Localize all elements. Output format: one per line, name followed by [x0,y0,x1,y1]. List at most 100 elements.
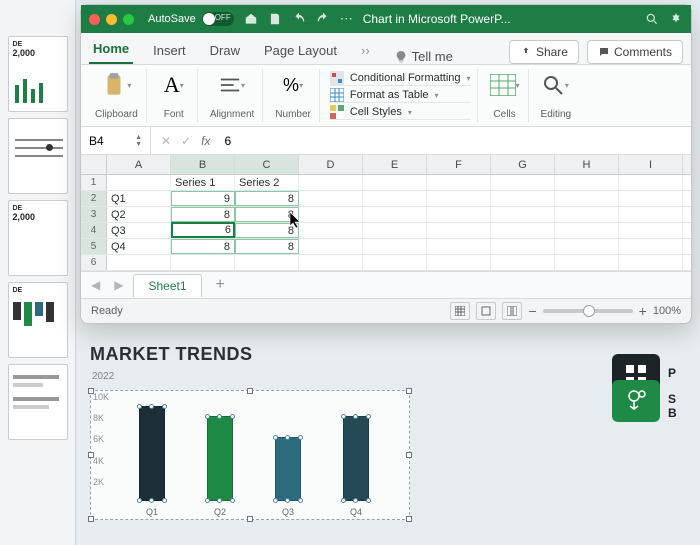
sheet-next[interactable]: ▶ [110,278,127,292]
col-header[interactable]: I [619,155,683,174]
row-header[interactable]: 3 [81,207,107,222]
cell[interactable]: 8 [235,191,299,206]
cell[interactable]: 8 [235,207,299,222]
slide-thumb[interactable]: DE 2,000 [8,36,68,112]
redo-icon[interactable] [316,12,330,26]
cell[interactable]: Q4 [107,239,171,254]
group-editing[interactable]: ▾ Editing [533,69,580,122]
chart-bar[interactable] [207,416,233,501]
row-header[interactable]: 6 [81,255,107,270]
cell[interactable]: 8 [171,239,235,254]
slide-thumb[interactable] [8,364,68,440]
font-icon: A▾ [159,71,189,99]
zoom-out[interactable]: − [528,303,536,319]
row-header[interactable]: 4 [81,223,107,238]
row-header[interactable]: 2 [81,191,107,206]
col-header[interactable]: A [107,155,171,174]
group-clipboard[interactable]: ▾ Clipboard [87,69,147,122]
cell[interactable]: 8 [171,207,235,222]
comments-button[interactable]: Comments [587,40,683,64]
name-box[interactable]: B4 ▲▼ [81,127,151,154]
cell[interactable]: Q1 [107,191,171,206]
tab-insert[interactable]: Insert [149,37,190,64]
comment-icon [598,46,610,58]
tab-page-layout[interactable]: Page Layout [260,37,341,64]
chart-category-label: Q1 [130,507,174,517]
sheet-tab[interactable]: Sheet1 [133,274,201,297]
col-header[interactable]: C [235,155,299,174]
row-header[interactable]: 5 [81,239,107,254]
maximize-button[interactable] [123,14,134,25]
tab-home[interactable]: Home [89,35,133,64]
cancel-icon[interactable]: ✕ [161,134,171,148]
conditional-formatting[interactable]: Conditional Formatting▾ [330,71,471,86]
cell[interactable]: Q2 [107,207,171,222]
view-page-break[interactable] [502,302,522,320]
col-header[interactable]: E [363,155,427,174]
autosave-toggle[interactable]: AutoSave OFF [148,12,234,26]
close-button[interactable] [89,14,100,25]
chart-title: MARKET TRENDS [90,344,650,365]
status-bar: Ready − + 100% [81,299,691,323]
formula-input[interactable]: 6 [218,127,691,154]
group-font[interactable]: A▾ Font [151,69,198,122]
chart-bar[interactable] [275,437,301,501]
minimize-button[interactable] [106,14,117,25]
view-page-layout[interactable] [476,302,496,320]
search-icon[interactable] [645,12,659,26]
settings-icon[interactable] [669,12,683,26]
chart-bar[interactable] [139,406,165,501]
save-icon[interactable] [268,12,282,26]
group-cells[interactable]: ▾ Cells [482,69,529,122]
zoom-slider[interactable] [543,309,633,313]
undo-icon[interactable] [292,12,306,26]
col-header[interactable]: H [555,155,619,174]
cell[interactable] [107,175,171,190]
cell[interactable]: Series 1 [171,175,235,190]
window-title: Chart in Microsoft PowerP... [363,12,645,26]
side-cards: P S B [612,354,692,416]
slide-thumb[interactable] [8,118,68,194]
tab-overflow[interactable]: ›› [357,37,374,64]
bulb-icon [394,50,408,64]
cell[interactable]: 8 [235,223,299,238]
col-header[interactable]: F [427,155,491,174]
row-header[interactable]: 1 [81,175,107,190]
cell-active[interactable]: 6 [171,222,235,238]
cell[interactable]: 8 [235,239,299,254]
share-icon [520,46,532,58]
cell[interactable]: Q3 [107,223,171,238]
zoom-level[interactable]: 100% [653,305,681,317]
chart-bar[interactable] [343,416,369,501]
tab-draw[interactable]: Draw [206,37,244,64]
cell[interactable]: 9 [171,191,235,206]
col-header[interactable]: D [299,155,363,174]
confirm-icon[interactable]: ✓ [181,134,191,148]
name-box-stepper[interactable]: ▲▼ [135,134,142,148]
styles-icon [330,105,344,119]
cell[interactable]: Series 2 [235,175,299,190]
sheet-prev[interactable]: ◀ [87,278,104,292]
col-header[interactable]: B [171,155,235,174]
tell-me[interactable]: Tell me [394,49,453,64]
cell-styles[interactable]: Cell Styles▾ [330,105,471,120]
chart-section: MARKET TRENDS 2022 2K4K6K8K10KQ1Q2Q3Q4 [90,344,650,520]
percent-icon: %▾ [278,71,308,99]
overflow-icon[interactable]: ⋯ [340,11,353,27]
view-normal[interactable] [450,302,470,320]
format-as-table[interactable]: Format as Table▾ [330,88,471,103]
home-icon[interactable] [244,12,258,26]
align-icon: ▾ [217,71,247,99]
slide-thumb[interactable]: DE [8,282,68,358]
ribbon: ▾ Clipboard A▾ Font ▾ Alignment %▾ Numbe… [81,65,691,127]
slide-thumb[interactable]: DE 2,000 [8,200,68,276]
zoom-in[interactable]: + [639,303,647,319]
add-sheet[interactable]: + [208,276,233,294]
chart-object[interactable]: 2K4K6K8K10KQ1Q2Q3Q4 [90,390,410,520]
spreadsheet-grid[interactable]: 1 Series 1 Series 2 2 Q1 9 8 3 Q2 8 8 4 … [81,175,691,271]
col-header[interactable]: G [491,155,555,174]
group-alignment[interactable]: ▾ Alignment [202,69,263,122]
share-button[interactable]: Share [509,40,579,64]
group-number[interactable]: %▾ Number [267,69,320,122]
card-title: S [668,392,692,406]
